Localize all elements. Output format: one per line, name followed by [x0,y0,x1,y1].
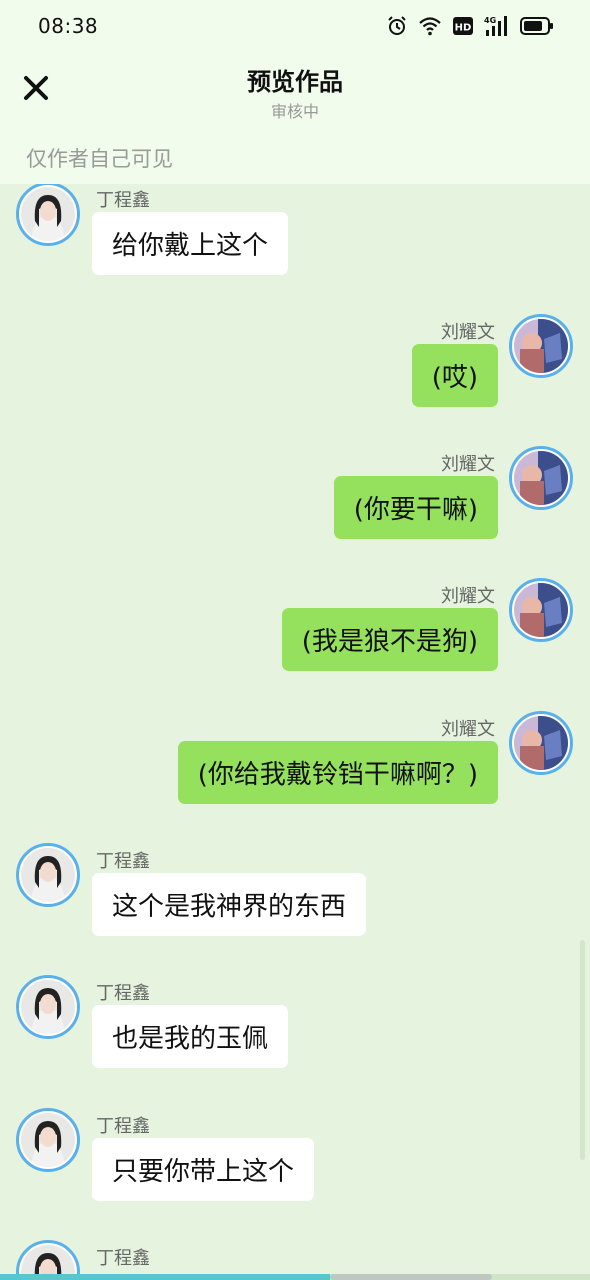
sender-name: 刘耀文 [441,322,495,343]
sender-name: 丁程鑫 [96,1248,150,1269]
avatar[interactable] [16,843,80,907]
message-row: 丁程鑫 给你戴上这个 [0,184,590,282]
sender-name: 刘耀文 [441,454,495,475]
bottom-bar [0,1272,590,1280]
wifi-icon [418,16,442,36]
home-indicator[interactable] [330,1274,492,1280]
alarm-icon [386,15,408,37]
svg-text:HD: HD [455,23,472,34]
avatar[interactable] [509,446,573,510]
sender-name: 丁程鑫 [96,983,150,1004]
sender-name: 刘耀文 [441,586,495,607]
message-row: 刘耀文 (你要干嘛) [0,446,590,546]
scrollbar[interactable] [580,940,585,1160]
sender-name: 丁程鑫 [96,851,150,872]
chat-list[interactable]: 丁程鑫 给你戴上这个 刘耀文 (哎) 刘耀文 (你要干嘛) 刘耀文 (我是狼不是狗) 刘耀文 (你… [0,184,590,1280]
avatar[interactable] [16,975,80,1039]
visibility-note: 仅作者自己可见 [0,132,590,184]
sender-name: 丁程鑫 [96,1116,150,1137]
app-screen: 08:38 HD 4G 预览作品 审核中 仅作者自己可见 丁程鑫 给你戴上这个 … [0,0,590,1280]
message-row: 丁程鑫 也是我的玉佩 [0,975,590,1075]
svg-text:4G: 4G [484,16,496,25]
sender-name: 丁程鑫 [96,190,150,211]
message-row: 刘耀文 (哎) [0,314,590,414]
progress-fill [0,1274,331,1280]
message-bubble[interactable]: 这个是我神界的东西 [92,873,367,936]
hd-icon: HD [452,16,474,36]
avatar[interactable] [16,184,80,246]
message-row: 刘耀文 (我是狼不是狗) [0,578,590,678]
status-time: 08:38 [38,14,99,38]
message-bubble[interactable]: (我是狼不是狗) [281,608,498,671]
avatar[interactable] [16,1108,80,1172]
avatar[interactable] [509,711,573,775]
message-row: 丁程鑫 这个是我神界的东西 [0,843,590,943]
message-bubble[interactable]: (哎) [411,344,498,407]
review-status: 审核中 [270,102,319,121]
signal-4g-icon: 4G [484,15,510,37]
status-bar: 08:38 HD 4G [0,0,590,52]
avatar[interactable] [509,578,573,642]
message-row: 刘耀文 (你给我戴铃铛干嘛啊？) [0,711,590,811]
message-bubble[interactable]: (你给我戴铃铛干嘛啊？) [177,741,498,804]
avatar[interactable] [509,314,573,378]
header: 预览作品 审核中 [0,52,590,132]
message-bubble[interactable]: 也是我的玉佩 [92,1005,289,1068]
sender-name: 刘耀文 [441,719,495,740]
message-bubble[interactable]: (你要干嘛) [333,476,498,539]
page-title: 预览作品 [247,68,343,96]
message-bubble[interactable]: 给你戴上这个 [92,212,289,275]
progress-track [0,1274,590,1280]
status-icons: HD 4G [386,15,554,37]
battery-icon [520,16,554,36]
message-bubble[interactable]: 只要你带上这个 [92,1138,315,1201]
message-row: 丁程鑫 只要你带上这个 [0,1108,590,1208]
